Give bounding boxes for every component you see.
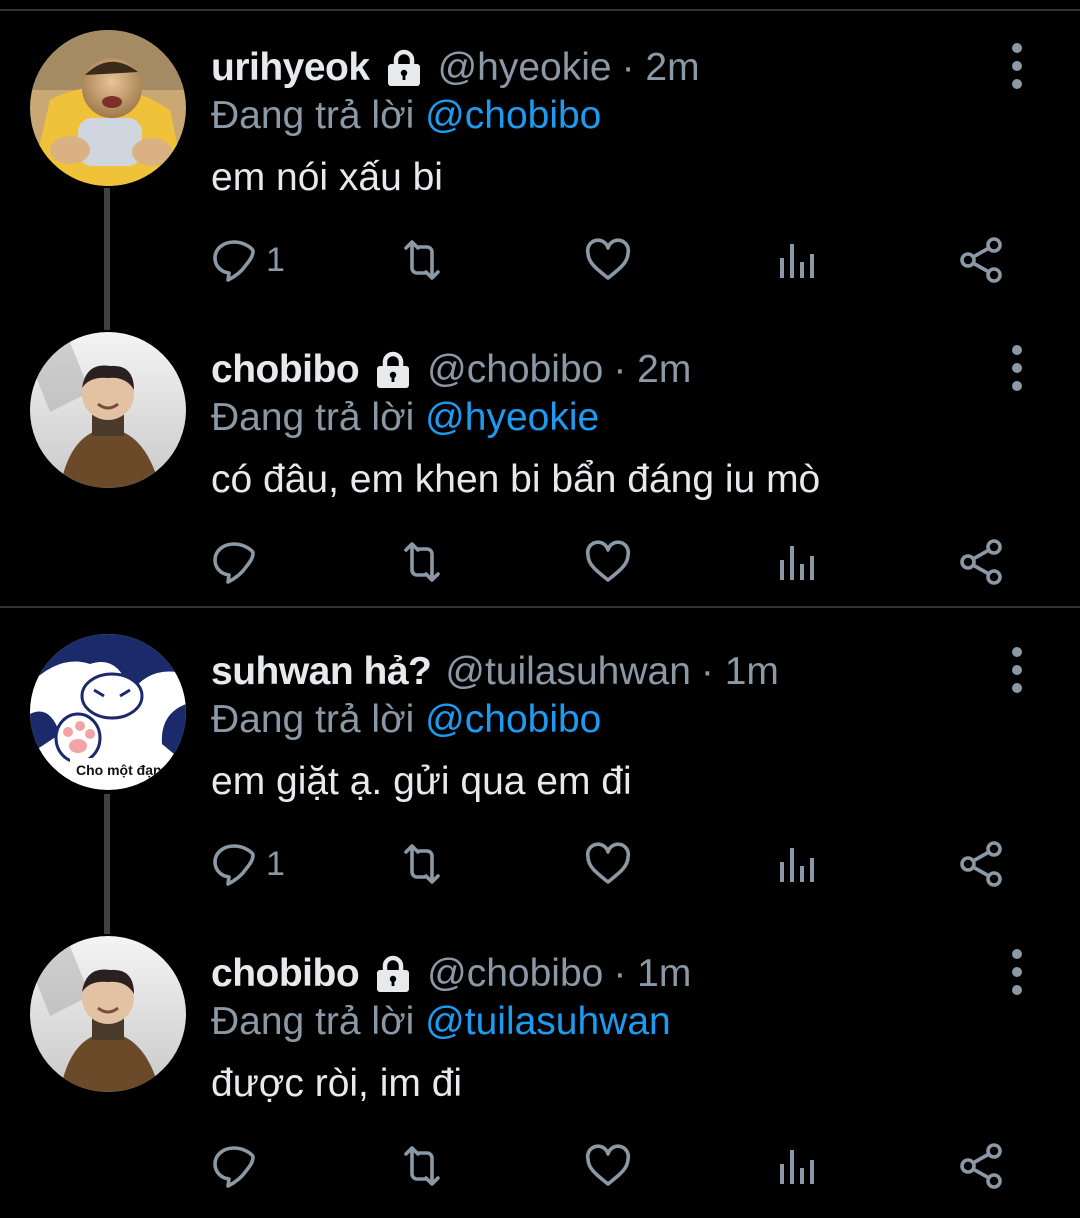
tweet[interactable]: chobibo @chobibo · 2m Đang trả lời @hyeo… xyxy=(0,312,1080,614)
share-icon xyxy=(958,236,1006,284)
display-name[interactable]: suhwan hả? xyxy=(211,650,432,694)
reply-button[interactable]: 1 xyxy=(210,834,285,894)
tweet-text: em giặt ạ. gửi qua em đi xyxy=(211,760,632,803)
share-button[interactable] xyxy=(958,532,1006,592)
share-icon xyxy=(958,1142,1006,1190)
retweet-button[interactable] xyxy=(398,532,446,592)
username[interactable]: @chobibo xyxy=(427,348,603,392)
retweet-icon xyxy=(398,840,446,888)
tweet-text: có đâu, em khen bi bẩn đáng iu mò xyxy=(211,458,821,501)
display-name[interactable]: chobibo xyxy=(211,348,360,392)
mention-link[interactable]: @chobibo xyxy=(425,698,601,741)
replying-to: Đang trả lời @tuilasuhwan xyxy=(211,1000,671,1044)
like-button[interactable] xyxy=(584,230,632,290)
more-vertical-icon[interactable] xyxy=(1000,642,1034,698)
like-button[interactable] xyxy=(584,1136,632,1196)
tweet[interactable]: urihyeok @hyeokie · 2m Đang trả lời @cho… xyxy=(0,10,1080,312)
share-button[interactable] xyxy=(958,1136,1006,1196)
retweet-icon xyxy=(398,1142,446,1190)
tweet-actions xyxy=(210,532,1030,592)
lock-icon xyxy=(373,350,413,390)
more-vertical-icon[interactable] xyxy=(1000,340,1034,396)
replying-to: Đang trả lời @chobibo xyxy=(211,94,601,138)
heart-icon xyxy=(584,538,632,586)
timestamp[interactable]: · 1m xyxy=(701,650,779,694)
more-vertical-icon[interactable] xyxy=(1000,38,1034,94)
tweet[interactable]: Cho một đạn suhwan hả? @tuilasuhwan · 1m… xyxy=(0,614,1080,916)
share-button[interactable] xyxy=(958,230,1006,290)
retweet-icon xyxy=(398,236,446,284)
like-button[interactable] xyxy=(584,834,632,894)
retweet-button[interactable] xyxy=(398,834,446,894)
replying-to: Đang trả lời @chobibo xyxy=(211,698,601,742)
retweet-button[interactable] xyxy=(398,1136,446,1196)
retweet-icon xyxy=(398,538,446,586)
avatar[interactable] xyxy=(30,332,186,488)
username[interactable]: @tuilasuhwan xyxy=(445,650,691,694)
views-button[interactable] xyxy=(772,532,820,592)
display-name[interactable]: urihyeok xyxy=(211,46,370,90)
retweet-button[interactable] xyxy=(398,230,446,290)
replying-to-label: Đang trả lời xyxy=(211,396,415,439)
tweet-header: chobibo @chobibo · 1m xyxy=(211,946,691,1002)
heart-icon xyxy=(584,1142,632,1190)
share-icon xyxy=(958,538,1006,586)
mention-link[interactable]: @tuilasuhwan xyxy=(425,1000,671,1043)
tweet-text: được ròi, im đi xyxy=(211,1062,463,1105)
tweet-actions: 1 xyxy=(210,230,1030,290)
reply-icon xyxy=(210,1142,258,1190)
reply-button[interactable] xyxy=(210,532,266,592)
replying-to: Đang trả lời @hyeokie xyxy=(211,396,599,440)
mention-link[interactable]: @chobibo xyxy=(425,94,601,137)
tweet-actions: 1 xyxy=(210,834,1030,894)
tweet[interactable]: chobibo @chobibo · 1m Đang trả lời @tuil… xyxy=(0,916,1080,1218)
tweet-header: urihyeok @hyeokie · 2m xyxy=(211,40,700,96)
tweet-actions xyxy=(210,1136,1030,1196)
replying-to-label: Đang trả lời xyxy=(211,1000,415,1043)
timestamp[interactable]: · 1m xyxy=(613,952,691,996)
tweet-header: suhwan hả? @tuilasuhwan · 1m xyxy=(211,644,779,700)
username[interactable]: @chobibo xyxy=(427,952,603,996)
heart-icon xyxy=(584,236,632,284)
lock-icon xyxy=(384,48,424,88)
reply-count: 1 xyxy=(266,844,285,883)
avatar[interactable]: Cho một đạn xyxy=(30,634,186,790)
views-button[interactable] xyxy=(772,1136,820,1196)
avatar[interactable] xyxy=(30,936,186,1092)
heart-icon xyxy=(584,840,632,888)
timestamp[interactable]: · 2m xyxy=(622,46,700,90)
avatar[interactable] xyxy=(30,30,186,186)
replying-to-label: Đang trả lời xyxy=(211,94,415,137)
share-icon xyxy=(958,840,1006,888)
reply-icon xyxy=(210,538,258,586)
timestamp[interactable]: · 2m xyxy=(613,348,691,392)
replying-to-label: Đang trả lời xyxy=(211,698,415,741)
display-name[interactable]: chobibo xyxy=(211,952,360,996)
analytics-icon xyxy=(772,840,820,888)
views-button[interactable] xyxy=(772,834,820,894)
lock-icon xyxy=(373,954,413,994)
reply-count: 1 xyxy=(266,240,285,279)
mention-link[interactable]: @hyeokie xyxy=(425,396,599,439)
reply-icon xyxy=(210,236,258,284)
reply-icon xyxy=(210,840,258,888)
svg-text:Cho một đạn: Cho một đạn xyxy=(76,762,162,778)
reply-button[interactable] xyxy=(210,1136,266,1196)
analytics-icon xyxy=(772,236,820,284)
share-button[interactable] xyxy=(958,834,1006,894)
analytics-icon xyxy=(772,538,820,586)
analytics-icon xyxy=(772,1142,820,1190)
tweet-text: em nói xấu bi xyxy=(211,156,443,199)
views-button[interactable] xyxy=(772,230,820,290)
tweet-header: chobibo @chobibo · 2m xyxy=(211,342,691,398)
username[interactable]: @hyeokie xyxy=(438,46,612,90)
reply-button[interactable]: 1 xyxy=(210,230,285,290)
like-button[interactable] xyxy=(584,532,632,592)
more-vertical-icon[interactable] xyxy=(1000,944,1034,1000)
